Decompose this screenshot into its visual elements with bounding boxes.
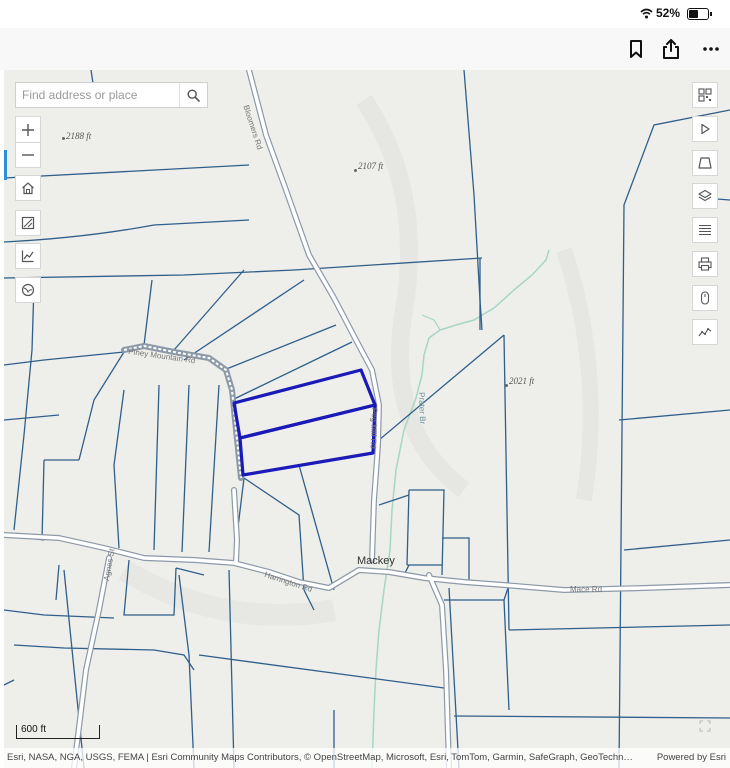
print-icon xyxy=(698,257,712,271)
legend-icon xyxy=(21,216,35,230)
elevation-label-3: 2021 ft xyxy=(509,376,535,386)
globe-icon xyxy=(21,283,35,297)
plus-icon xyxy=(22,123,34,136)
qr-code-icon xyxy=(698,88,712,102)
layers-icon xyxy=(698,189,712,202)
mouse-button[interactable] xyxy=(692,285,718,311)
status-bar: 52% xyxy=(0,0,730,28)
search-input[interactable] xyxy=(16,83,180,107)
battery-percent: 52% xyxy=(656,6,681,20)
map-canvas[interactable] xyxy=(4,70,730,768)
expand-icon xyxy=(699,720,711,732)
elevation-label-1: 2188 ft xyxy=(66,131,92,141)
qr-code-button[interactable] xyxy=(692,82,718,108)
map-view[interactable]: 2188 ft 2107 ft 2021 ft Bloomers Rd Pine… xyxy=(4,70,730,768)
panel-indicator xyxy=(4,150,7,180)
mouse-icon xyxy=(700,291,710,305)
basemap-button[interactable] xyxy=(15,277,41,303)
share-icon[interactable] xyxy=(658,36,684,62)
zoom-out-button[interactable] xyxy=(15,142,41,168)
battery-icon xyxy=(687,8,712,20)
chart-icon xyxy=(21,250,34,263)
search-button[interactable] xyxy=(179,83,207,107)
search-box xyxy=(15,82,208,108)
zoom-in-button[interactable] xyxy=(15,116,41,142)
wifi-icon xyxy=(640,6,653,24)
search-icon xyxy=(187,88,200,102)
battery-level-fill xyxy=(689,10,698,18)
scale-bar: 600 ft xyxy=(16,724,100,739)
play-icon xyxy=(701,123,710,135)
elevation-label-2: 2107 ft xyxy=(358,161,384,171)
elevation-profile-icon xyxy=(698,328,712,337)
road-label-peg-mill: Peg Mill Rd xyxy=(368,407,379,449)
more-icon[interactable] xyxy=(698,36,724,62)
legend-button[interactable] xyxy=(15,210,41,236)
attribution-bar: Esri, NASA, NGA, USGS, FEMA | Esri Commu… xyxy=(4,748,730,768)
expand-button[interactable] xyxy=(694,715,716,737)
bookmark-icon[interactable] xyxy=(623,36,649,62)
elevation-point-2 xyxy=(354,169,357,172)
print-button[interactable] xyxy=(692,251,718,277)
elevation-profile-button[interactable] xyxy=(692,319,718,345)
sketch-icon xyxy=(698,157,712,169)
measure-button[interactable] xyxy=(15,243,41,269)
road-label-mace: Mace Rd xyxy=(570,585,603,594)
layers-button[interactable] xyxy=(692,183,718,209)
elevation-point-1 xyxy=(62,137,65,140)
elevation-point-3 xyxy=(505,384,508,387)
draw-button[interactable] xyxy=(692,150,718,176)
home-icon xyxy=(22,182,34,195)
list-icon xyxy=(699,224,711,236)
place-label-mackey: Mackey xyxy=(357,555,395,567)
home-button[interactable] xyxy=(15,175,41,201)
powered-by-esri[interactable]: Powered by Esri xyxy=(657,748,726,768)
list-button[interactable] xyxy=(692,217,718,243)
scale-bar-label: 600 ft xyxy=(21,724,47,735)
play-button[interactable] xyxy=(692,116,718,142)
minus-icon xyxy=(22,154,34,156)
attribution-text[interactable]: Esri, NASA, NGA, USGS, FEMA | Esri Commu… xyxy=(7,748,647,768)
stream-label: Prater Br xyxy=(417,392,428,425)
top-toolbar xyxy=(0,28,730,70)
